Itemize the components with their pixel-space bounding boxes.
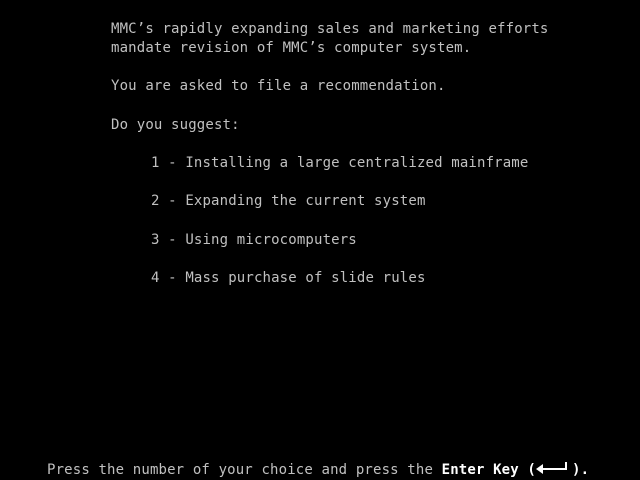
intro-line-1: MMC’s rapidly expanding sales and market… <box>111 21 549 37</box>
enter-key-label: Enter Key <box>441 462 519 478</box>
intro-line-2: mandate revision of MMC’s computer syste… <box>111 40 472 56</box>
instruction-prompt: Press the number of your choice and pres… <box>47 461 589 480</box>
option-3[interactable]: 3 - Using microcomputers <box>151 231 357 250</box>
question-text: Do you suggest: <box>111 117 240 133</box>
prompt-prefix: Press the number of your choice and pres… <box>47 462 442 478</box>
prompt-open-paren: ( <box>518 462 537 478</box>
option-1[interactable]: 1 - Installing a large centralized mainf… <box>151 154 528 173</box>
intro-line-3: You are asked to file a recommendation. <box>111 78 446 94</box>
enter-arrow-icon <box>536 462 572 476</box>
option-2[interactable]: 2 - Expanding the current system <box>151 192 426 211</box>
prompt-suffix: ). <box>572 462 590 478</box>
option-4[interactable]: 4 - Mass purchase of slide rules <box>151 269 426 288</box>
